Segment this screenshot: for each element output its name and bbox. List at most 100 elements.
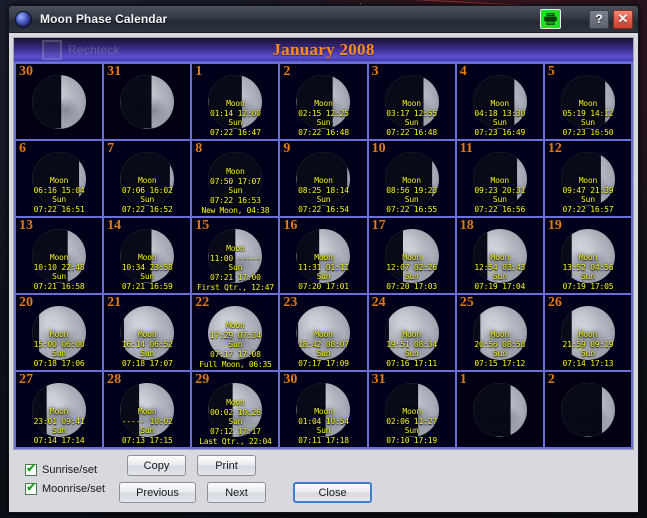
- sunrise-set-checkbox[interactable]: ✔: [25, 463, 37, 476]
- calendar-day-cell[interactable]: 14 Moon 10:34 23:58 Sun 07:21 16:59: [104, 218, 191, 293]
- sun-label: Sun: [228, 118, 243, 127]
- sunrise-sunset-times: 07:19 17:04: [474, 281, 526, 291]
- calendar-day-cell[interactable]: 16 Moon 11:31 01:11 Sun 07:20 17:01: [280, 218, 367, 293]
- moonrise-moonset-times: 20:56 08:58: [474, 339, 526, 349]
- moon-label: Moon: [137, 407, 157, 416]
- moonrise-moonset-times: 12:07 02:26: [386, 262, 438, 272]
- day-number: 31: [371, 372, 386, 387]
- moonrise-moonset-times: 11:31 01:11: [298, 262, 349, 272]
- calendar-day-cell[interactable]: 28 Moon ----- 10:02 Sun 07:13 17:15: [104, 372, 191, 447]
- calendar-day-cell[interactable]: 4 Moon 04:18 13:30 Sun 07:23 16:49: [456, 64, 543, 139]
- calendar-day-cell[interactable]: 12 Moon 09:47 21:39 Sun 07:22 16:57: [544, 141, 631, 216]
- moon-label: Moon: [490, 253, 510, 262]
- moonrise-moonset-times: 01:14 12:00: [209, 108, 261, 118]
- moon-label: Moon: [226, 167, 245, 176]
- sun-label: Sun: [52, 426, 66, 435]
- moonrise-moonset-times: 06:16 15:04: [33, 185, 85, 195]
- calendar-day-cell[interactable]: 31 Moon 02:06 11:27 Sun 07:10 17:19: [368, 372, 455, 447]
- calendar-day-cell[interactable]: 31: [104, 64, 191, 139]
- day-times: Moon 09:47 21:39 Sun 07:22 16:57: [545, 176, 631, 214]
- calendar-day-cell[interactable]: 15 Moon 11:00 ----- Sun 07:21 17:00 First Qtr…: [192, 218, 279, 293]
- moonrise-moonset-times: 02:15 12:25: [298, 108, 349, 118]
- calendar-day-cell[interactable]: 21 Moon 16:14 06:52 Sun 07:18 17:07: [104, 295, 191, 370]
- sunrise-sunset-times: 07:17 17:08: [209, 349, 261, 359]
- calendar-day-cell[interactable]: 11 Moon 09:23 20:31 Sun 07:22 16:56: [456, 141, 543, 216]
- help-button[interactable]: ?: [589, 9, 609, 29]
- day-number: 14: [107, 218, 122, 233]
- sunrise-sunset-times: 07:22 16:55: [386, 204, 438, 214]
- moonrise-moonset-times: 11:00 -----: [209, 253, 261, 263]
- calendar-day-cell[interactable]: 6 Moon 06:16 15:04 Sun 07:22 16:51: [16, 141, 103, 216]
- calendar-day-cell[interactable]: 1: [456, 372, 543, 447]
- moonrise-moonset-times: 04:18 13:30: [474, 108, 526, 118]
- day-number: 24: [371, 295, 386, 310]
- calendar-day-cell[interactable]: 2 Moon 02:15 12:25 Sun 07:22 16:48: [280, 64, 367, 139]
- moonrise-moonset-times: 17:29 07:34: [209, 330, 261, 340]
- moon-label: Moon: [137, 253, 157, 262]
- checkbox-row[interactable]: ✔ Sunrise/set: [25, 463, 115, 476]
- sun-label: Sun: [580, 349, 595, 358]
- calendar-day-cell[interactable]: 30: [16, 64, 103, 139]
- calendar-day-cell[interactable]: 22 Moon 17:29 07:34 Sun 07:17 17:08 Full Moon…: [192, 295, 279, 370]
- sun-label: Sun: [316, 426, 331, 435]
- day-times: Moon 18:42 08:07 Sun 07:17 17:09: [280, 330, 366, 368]
- sun-label: Sun: [404, 349, 419, 358]
- day-times: Moon 04:18 13:30 Sun 07:23 16:49: [457, 99, 543, 137]
- day-number: 28: [107, 372, 122, 387]
- calendar-day-cell[interactable]: 23 Moon 18:42 08:07 Sun 07:17 17:09: [280, 295, 367, 370]
- calendar-day-cell[interactable]: 5 Moon 05:19 14:12 Sun 07:23 16:50: [544, 64, 631, 139]
- calendar-day-cell[interactable]: 3 Moon 03:17 12:55 Sun 07:22 16:48: [368, 64, 455, 139]
- previous-button[interactable]: Previous: [119, 482, 196, 503]
- printer-icon[interactable]: [540, 9, 561, 29]
- moon-phase-calendar-window: Moon Phase Calendar ? ✕ Rechteck January…: [8, 5, 639, 513]
- moonrise-set-checkbox[interactable]: ✔: [25, 482, 37, 495]
- checkbox-row[interactable]: ✔ Moonrise/set: [25, 482, 115, 495]
- calendar-day-cell[interactable]: 27 Moon 23:01 09:41 Sun 07:14 17:14: [16, 372, 103, 447]
- calendar-day-cell[interactable]: 10 Moon 08:56 19:23 Sun 07:22 16:55: [368, 141, 455, 216]
- moonrise-moonset-times: 16:14 06:52: [121, 339, 173, 349]
- calendar-day-cell[interactable]: 7 Moon 07:06 16:02 Sun 07:22 16:52: [104, 141, 191, 216]
- sunrise-sunset-times: 07:18 17:07: [121, 358, 173, 368]
- rechteck-ghost-artifact: Rechteck: [42, 40, 120, 60]
- day-times: Moon 15:00 06:00 Sun 07:18 17:06: [16, 330, 102, 368]
- calendar-day-cell[interactable]: 25 Moon 20:56 08:58 Sun 07:15 17:12: [456, 295, 543, 370]
- sunrise-sunset-times: 07:22 16:47: [209, 127, 261, 137]
- calendar-day-cell[interactable]: 18 Moon 12:54 03:43 Sun 07:19 17:04: [456, 218, 543, 293]
- window-titlebar[interactable]: Moon Phase Calendar ? ✕: [9, 6, 638, 33]
- calendar-day-cell[interactable]: 20 Moon 15:00 06:00 Sun 07:18 17:06: [16, 295, 103, 370]
- moonrise-moonset-times: 15:00 06:00: [33, 339, 85, 349]
- copy-button[interactable]: Copy: [127, 455, 186, 476]
- sunrise-sunset-times: 07:22 16:54: [298, 204, 349, 214]
- checkbox-group: ✔ Sunrise/set ✔ Moonrise/set: [17, 463, 115, 495]
- calendar-day-cell[interactable]: 17 Moon 12:07 02:26 Sun 07:20 17:03: [368, 218, 455, 293]
- close-button[interactable]: Close: [293, 482, 372, 503]
- checkbox-label: Moonrise/set: [42, 482, 105, 495]
- day-number: 26: [547, 295, 562, 310]
- day-times: Moon 10:10 22:48 Sun 07:21 16:58: [16, 253, 102, 291]
- close-icon[interactable]: ✕: [613, 9, 633, 29]
- sun-label: Sun: [316, 118, 331, 127]
- print-button[interactable]: Print: [197, 455, 256, 476]
- moon-label: Moon: [490, 99, 510, 108]
- day-number: 6: [19, 141, 26, 156]
- sun-label: Sun: [228, 417, 243, 426]
- calendar-day-cell[interactable]: 24 Moon 19:51 08:34 Sun 07:16 17:11: [368, 295, 455, 370]
- sun-label: Sun: [228, 186, 243, 195]
- calendar-day-cell[interactable]: 9 Moon 08:25 18:14 Sun 07:22 16:54: [280, 141, 367, 216]
- calendar-day-cell[interactable]: 13 Moon 10:10 22:48 Sun 07:21 16:58: [16, 218, 103, 293]
- calendar-day-cell[interactable]: 2: [544, 372, 631, 447]
- moon-label: Moon: [314, 176, 333, 185]
- calendar-day-cell[interactable]: 26 Moon 21:59 09:19 Sun 07:14 17:13: [544, 295, 631, 370]
- moon-phase-event: New Moon, 04:38: [201, 205, 270, 215]
- calendar-day-cell[interactable]: 1 Moon 01:14 12:00 Sun 07:22 16:47: [192, 64, 279, 139]
- next-button[interactable]: Next: [207, 482, 266, 503]
- moonrise-moonset-times: 19:51 08:34: [386, 339, 438, 349]
- calendar-day-cell[interactable]: 8 Moon 07:50 17:07 Sun 07:22 16:53 New Moon, …: [192, 141, 279, 216]
- sunrise-sunset-times: 07:21 17:00: [209, 272, 261, 282]
- moon-label: Moon: [402, 253, 421, 262]
- moonrise-moonset-times: 05:19 14:12: [562, 108, 614, 118]
- calendar-day-cell[interactable]: 30 Moon 01:04 10:54 Sun 07:11 17:18: [280, 372, 367, 447]
- calendar-day-cell[interactable]: 29 Moon 00:02 10:26 Sun 07:12 17:17 Last Qtr.…: [192, 372, 279, 447]
- day-number: 15: [195, 218, 210, 233]
- calendar-day-cell[interactable]: 19 Moon 13:52 04:56 Sun 07:19 17:05: [544, 218, 631, 293]
